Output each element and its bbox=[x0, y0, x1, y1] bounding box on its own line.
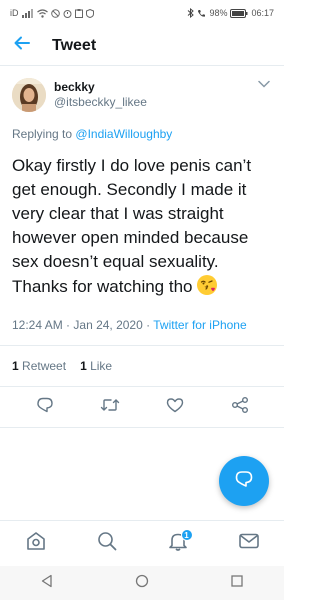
reply-icon bbox=[36, 396, 54, 419]
back-button[interactable] bbox=[0, 26, 44, 66]
status-left: iD bbox=[10, 8, 94, 18]
meta-separator: · bbox=[146, 318, 151, 332]
nav-messages[interactable] bbox=[232, 527, 266, 561]
author-handle[interactable]: @itsbeckky_likee bbox=[54, 94, 147, 110]
reply-button[interactable] bbox=[33, 395, 57, 419]
triangle-back-icon bbox=[40, 574, 54, 592]
battery-icon bbox=[230, 8, 248, 18]
face-blowing-kiss-icon bbox=[196, 274, 218, 303]
no-disturb-icon bbox=[50, 8, 60, 18]
clock: 06:17 bbox=[251, 8, 274, 18]
app-bar: Tweet bbox=[0, 26, 284, 66]
heart-icon bbox=[166, 397, 184, 418]
system-recents-button[interactable] bbox=[230, 574, 244, 593]
battery-percent: 98% bbox=[209, 8, 228, 18]
carrier-label: iD bbox=[10, 8, 19, 18]
tweet-detail: beckky @itsbeckky_likee Replying to @Ind… bbox=[0, 66, 284, 428]
retweet-icon bbox=[100, 397, 120, 418]
compose-reply-button[interactable] bbox=[219, 456, 269, 506]
author-names: beckky @itsbeckky_likee bbox=[54, 80, 147, 110]
nav-search[interactable] bbox=[90, 527, 124, 561]
system-home-button[interactable] bbox=[135, 574, 149, 593]
retweets-stat[interactable]: 1 Retweet bbox=[12, 358, 66, 374]
tweet-meta: 12:24 AM · Jan 24, 2020 · Twitter for iP… bbox=[0, 303, 284, 333]
search-icon bbox=[96, 530, 118, 557]
page-title: Tweet bbox=[52, 36, 97, 54]
notification-badge: 1 bbox=[180, 528, 193, 541]
clipboard-icon bbox=[74, 8, 83, 18]
tweet-source-link[interactable]: Twitter for iPhone bbox=[153, 318, 246, 332]
status-bar: iD 98% 06:17 bbox=[0, 0, 284, 26]
replying-user-link[interactable]: @IndiaWilloughby bbox=[75, 127, 172, 141]
retweets-label: Retweet bbox=[22, 359, 67, 373]
circle-home-icon bbox=[135, 574, 149, 592]
envelope-icon bbox=[238, 532, 260, 555]
retweets-count: 1 bbox=[12, 359, 19, 373]
shield-icon bbox=[85, 8, 94, 18]
nav-notifications[interactable]: 1 bbox=[161, 527, 195, 561]
divider bbox=[0, 427, 284, 428]
signal-icon bbox=[21, 8, 34, 18]
meta-separator: · bbox=[66, 318, 71, 332]
status-right: 98% 06:17 bbox=[187, 8, 274, 18]
phone-icon bbox=[197, 9, 206, 18]
share-button[interactable] bbox=[228, 395, 252, 419]
system-navigation-bar bbox=[0, 566, 284, 600]
tweet-options-button[interactable] bbox=[256, 76, 272, 92]
author-row: beckky @itsbeckky_likee bbox=[0, 66, 284, 112]
avatar[interactable] bbox=[12, 78, 46, 112]
bluetooth-icon bbox=[187, 8, 195, 18]
replying-to: Replying to @IndiaWilloughby bbox=[0, 112, 284, 142]
likes-count: 1 bbox=[80, 359, 87, 373]
wifi-icon bbox=[36, 8, 48, 18]
tweet-date: Jan 24, 2020 bbox=[73, 318, 143, 332]
speech-bubble-icon bbox=[234, 469, 254, 494]
share-icon bbox=[231, 396, 249, 419]
replying-prefix: Replying to bbox=[12, 127, 73, 141]
author-display-name[interactable]: beckky bbox=[54, 80, 147, 94]
tweet-time: 12:24 AM bbox=[12, 318, 63, 332]
likes-label: Like bbox=[90, 359, 113, 373]
like-button[interactable] bbox=[163, 395, 187, 419]
home-icon bbox=[25, 530, 47, 557]
likes-stat[interactable]: 1 Like bbox=[80, 358, 112, 374]
tweet-actions bbox=[0, 387, 284, 427]
chevron-down-icon bbox=[258, 75, 270, 93]
arrow-left-icon bbox=[13, 34, 31, 57]
tweet-body: Okay firstly I do love penis can’t get e… bbox=[0, 142, 284, 303]
tweet-stats: 1 Retweet 1 Like bbox=[0, 346, 284, 374]
square-recents-icon bbox=[230, 574, 244, 592]
system-back-button[interactable] bbox=[40, 574, 54, 593]
alarm-icon bbox=[63, 9, 72, 18]
bottom-nav: 1 bbox=[0, 520, 284, 566]
retweet-button[interactable] bbox=[98, 395, 122, 419]
nav-home[interactable] bbox=[19, 527, 53, 561]
